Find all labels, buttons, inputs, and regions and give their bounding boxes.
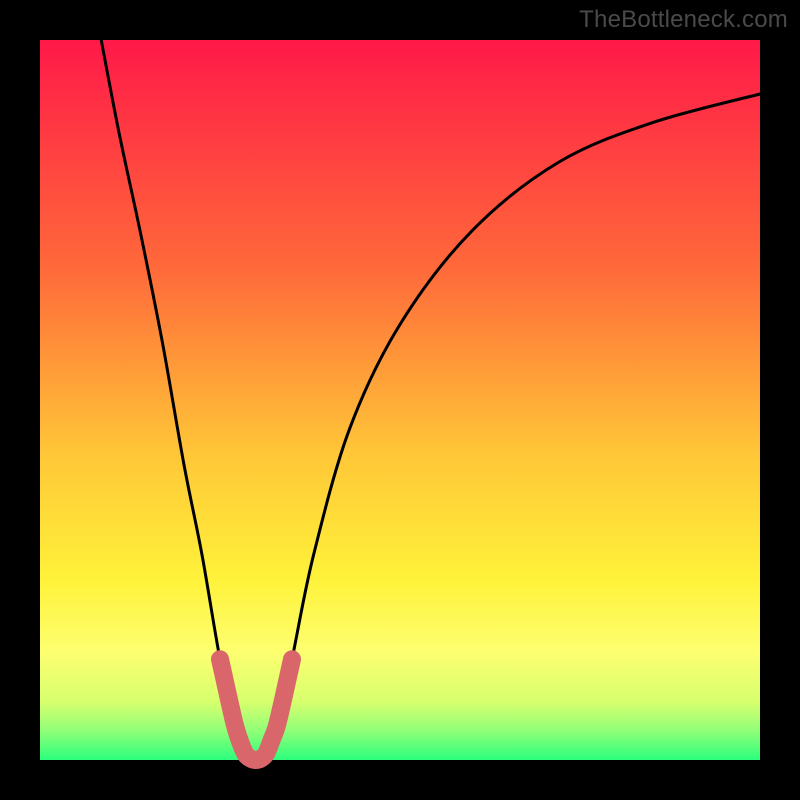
chart-frame: TheBottleneck.com [0, 0, 800, 800]
chart-svg [0, 0, 800, 800]
watermark-text: TheBottleneck.com [579, 6, 788, 34]
plot-background [40, 40, 760, 760]
